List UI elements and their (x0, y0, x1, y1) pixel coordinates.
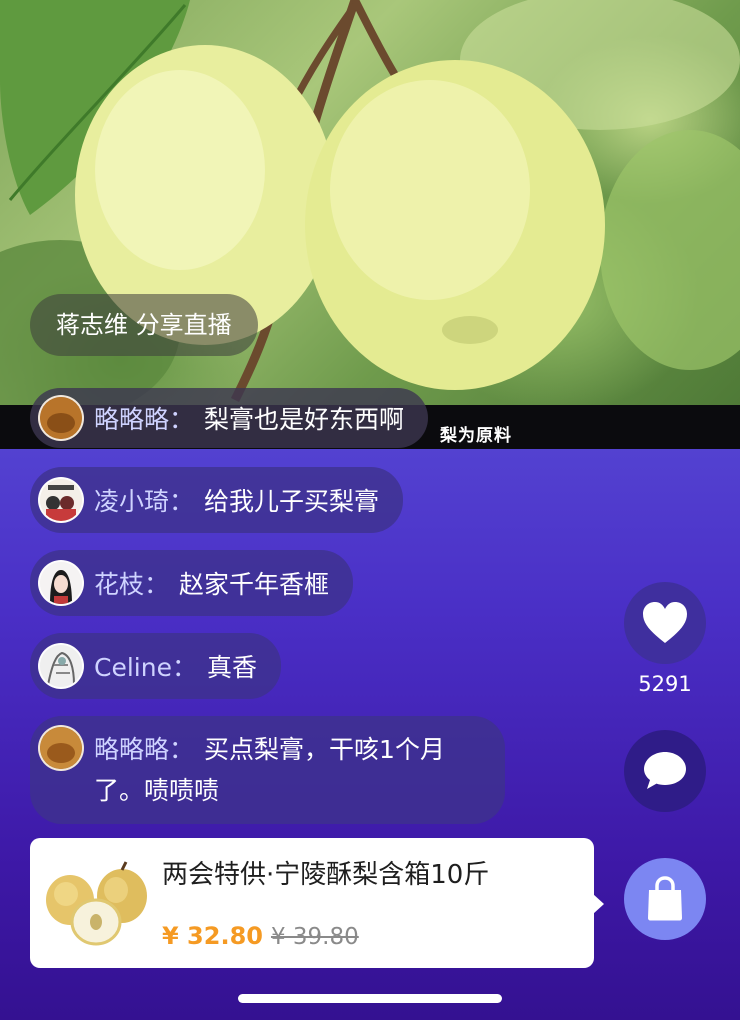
chat-text: 真香 (206, 653, 257, 682)
chat-text: 赵家千年香榧 (179, 570, 330, 599)
chat-text: 给我儿子买梨膏 (204, 487, 380, 516)
chat-separator: ： (169, 487, 195, 516)
chat-username[interactable]: 凌小琦 (94, 487, 169, 516)
chat-message: 略略略： 梨膏也是好东西啊 (30, 388, 429, 448)
chat-separator: ： (144, 570, 170, 599)
original-price: ¥ 39.80 (270, 924, 359, 950)
avatar[interactable] (38, 395, 84, 441)
video-subtitle: 梨为原料 (440, 426, 512, 446)
product-title: 两会特供·宁陵酥梨含箱10斤 (162, 860, 490, 890)
chat-message: 略略略： 买点梨膏，干咳1个月了。啧啧啧 (30, 716, 505, 824)
product-price: ¥ 32.80 (162, 922, 263, 950)
product-image (46, 861, 147, 946)
card-pointer (593, 894, 604, 914)
avatar[interactable] (38, 725, 84, 771)
avatar[interactable] (38, 477, 84, 523)
chat-username[interactable]: 略略略 (94, 735, 169, 764)
chat-message: 凌小琦： 给我儿子买梨膏 (30, 467, 404, 533)
chat-separator: ： (171, 653, 197, 682)
price-row: ¥ 32.80 ¥ 39.80 (162, 922, 359, 950)
shopping-bag-icon (648, 876, 682, 921)
like-button[interactable] (624, 582, 706, 664)
comment-icon (644, 752, 686, 789)
comment-button[interactable] (624, 730, 706, 812)
chat-separator: ： (169, 735, 195, 764)
chat-text: 梨膏也是好东西啊 (204, 405, 405, 434)
shopping-bag-button[interactable] (624, 858, 706, 940)
chat-separator: ： (169, 405, 195, 434)
chat-message: Celine： 真香 (30, 633, 281, 699)
chat-message: 花枝： 赵家千年香榧 (30, 550, 354, 616)
heart-icon (643, 602, 687, 643)
like-count: 5291 (638, 672, 692, 696)
share-live-label[interactable]: 蒋志维 分享直播 (30, 294, 258, 356)
chat-username[interactable]: 花枝 (94, 570, 144, 599)
avatar[interactable] (38, 560, 84, 606)
chat-username[interactable]: 略略略 (94, 405, 169, 434)
product-card[interactable]: 两会特供·宁陵酥梨含箱10斤 ¥ 32.80 ¥ 39.80 (30, 838, 604, 968)
avatar[interactable] (38, 643, 84, 689)
chat-username[interactable]: Celine (94, 653, 172, 682)
home-indicator[interactable] (238, 994, 502, 1003)
